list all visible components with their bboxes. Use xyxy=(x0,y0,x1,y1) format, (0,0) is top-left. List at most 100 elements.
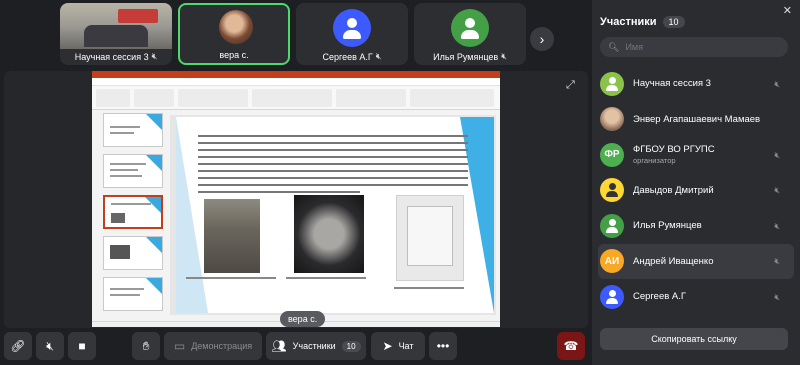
chat-button[interactable]: ➤ Чат xyxy=(371,332,425,360)
participant-count-badge: 10 xyxy=(662,16,685,28)
tile-name: вера с. xyxy=(180,50,288,60)
panel-title-label: Участники xyxy=(600,16,657,28)
expand-icon[interactable]: ⤢ xyxy=(566,79,578,91)
slide-canvas xyxy=(170,115,496,315)
tile-nauchnaya-sessiya[interactable]: Научная сессия 3 🔇︎ xyxy=(60,3,172,65)
ppt-tabs xyxy=(92,78,500,86)
slide-thumb xyxy=(103,113,163,147)
end-call-button[interactable]: ☎︎ xyxy=(557,332,585,360)
tile-name: Сергеев А.Г 🔇︎ xyxy=(296,51,408,62)
tile-name-label: Сергеев А.Г xyxy=(322,51,373,62)
more-options-button[interactable]: ••• xyxy=(429,332,457,360)
slide-caption xyxy=(286,277,366,279)
close-icon[interactable]: ✕ xyxy=(783,4,792,17)
avatar xyxy=(600,213,624,238)
search-input[interactable] xyxy=(625,42,776,52)
avatar xyxy=(600,178,624,203)
video-conference-app: Научная сессия 3 🔇︎ вера с. Сергеев А.Г … xyxy=(0,0,800,365)
people-icon: 👥︎ xyxy=(271,339,287,353)
participant-name: Андрей Иващенко xyxy=(633,255,714,267)
search-icon: 🔍︎ xyxy=(608,41,620,52)
next-tiles-button[interactable]: › xyxy=(530,27,554,51)
ribbon-group xyxy=(410,89,494,107)
participant-name: Энвер Агапашаевич Мамаев xyxy=(633,113,761,125)
ribbon-group xyxy=(336,89,406,107)
participant-row[interactable]: ФР ФГБОУ ВО РГУПС организатор 🔇︎ xyxy=(592,137,800,173)
avatar-photo xyxy=(219,10,253,44)
participant-row[interactable]: Сергеев А.Г 🔇︎ xyxy=(592,279,800,315)
tile-name-label: Научная сессия 3 xyxy=(74,51,149,62)
participant-row[interactable]: Научная сессия 3 🔇︎ xyxy=(592,66,800,102)
mic-off-icon: 🔇︎ xyxy=(501,51,507,61)
avatar xyxy=(451,9,489,47)
current-slide xyxy=(176,117,494,313)
participant-row-hovered[interactable]: АИ Андрей Иващенко 🔇︎ xyxy=(598,243,794,279)
participants-count-badge: 10 xyxy=(341,340,361,352)
copy-link-button[interactable]: Скопировать ссылку xyxy=(600,328,788,350)
mic-off-icon: 🔇︎ xyxy=(151,51,158,61)
chevron-right-icon: › xyxy=(539,31,545,47)
slide-thumb xyxy=(103,277,163,311)
avatar-initials: ФР xyxy=(600,142,624,167)
avatar xyxy=(600,71,624,96)
slide-photo-device xyxy=(396,195,464,281)
participants-label: Участники xyxy=(292,341,336,351)
camera-icon: ■ xyxy=(78,339,86,353)
ppt-ribbon xyxy=(92,78,500,110)
tile-sergeev[interactable]: Сергеев А.Г 🔇︎ xyxy=(296,3,408,65)
ribbon-group xyxy=(96,89,130,107)
screen-share-button[interactable]: ▭ Демонстрация xyxy=(164,332,262,360)
screen-share-label: Демонстрация xyxy=(191,341,253,351)
mic-off-icon: 🔇︎ xyxy=(774,185,780,196)
people-shape xyxy=(84,25,148,47)
ribbon-group xyxy=(134,89,174,107)
slide-thumb xyxy=(103,154,163,188)
participant-search[interactable]: 🔍︎ xyxy=(600,37,788,57)
mic-off-icon: 🔇︎ xyxy=(774,291,780,302)
tile-rumyantsev[interactable]: Илья Румянцев 🔇︎ xyxy=(414,3,526,65)
slide-thumbnails xyxy=(95,113,167,319)
tile-name: Илья Румянцев 🔇︎ xyxy=(414,51,526,62)
mic-off-icon: 🔇︎ xyxy=(774,149,780,160)
call-toolbar: 🔗︎ 🔇︎ ■ ✋︎ ▭ Демонстрация 👥︎ Участники 1… xyxy=(0,331,592,363)
tile-name-label: Илья Румянцев xyxy=(433,51,499,62)
mic-off-icon: 🔇︎ xyxy=(774,78,780,89)
tile-name: Научная сессия 3 🔇︎ xyxy=(60,51,172,62)
ppt-titlebar xyxy=(92,71,500,78)
avatar xyxy=(333,9,371,47)
invite-link-button[interactable]: 🔗︎ xyxy=(4,332,32,360)
participants-panel: ✕ Участники 10 🔍︎ Научная сессия 3 🔇︎ Эн… xyxy=(592,0,800,365)
raise-hand-button[interactable]: ✋︎ xyxy=(132,332,160,360)
participants-button[interactable]: 👥︎ Участники 10 xyxy=(266,332,366,360)
send-icon: ➤ xyxy=(382,339,393,353)
slide-thumb xyxy=(103,236,163,270)
slide-caption xyxy=(186,277,276,279)
avatar-photo xyxy=(600,107,624,132)
banner-shape xyxy=(118,9,158,23)
avatar-initials: АИ xyxy=(600,249,624,274)
panel-title: Участники 10 xyxy=(600,16,685,28)
screen-share-stage: ⤢ вера с. xyxy=(4,71,588,328)
link-icon: 🔗︎ xyxy=(10,339,26,353)
slide-thumb-selected xyxy=(103,195,163,229)
participant-row[interactable]: Давыдов Дмитрий 🔇︎ xyxy=(592,173,800,209)
mic-off-icon: 🔇︎ xyxy=(774,220,780,231)
slide-text-block xyxy=(198,135,468,198)
slide-photo-rail xyxy=(204,199,260,273)
tile-name-label: вера с. xyxy=(219,50,249,60)
participant-list: Научная сессия 3 🔇︎ Энвер Агапашаевич Ма… xyxy=(592,66,800,320)
ribbon-group xyxy=(178,89,248,107)
user-icon-head xyxy=(347,18,357,28)
tile-vera-s[interactable]: вера с. xyxy=(178,3,290,65)
participant-row[interactable]: Энвер Агапашаевич Мамаев xyxy=(592,102,800,138)
camera-toggle-button[interactable]: ■ xyxy=(68,332,96,360)
participant-tiles: Научная сессия 3 🔇︎ вера с. Сергеев А.Г … xyxy=(60,3,526,65)
mic-off-icon: 🔇︎ xyxy=(375,51,382,61)
mic-toggle-button[interactable]: 🔇︎ xyxy=(36,332,64,360)
participant-row[interactable]: Илья Румянцев 🔇︎ xyxy=(592,208,800,244)
shared-presentation xyxy=(92,71,500,327)
ribbon-group xyxy=(252,89,332,107)
avatar xyxy=(600,284,624,309)
video-thumbnail xyxy=(60,3,172,49)
speaker-label: вера с. xyxy=(280,311,326,327)
